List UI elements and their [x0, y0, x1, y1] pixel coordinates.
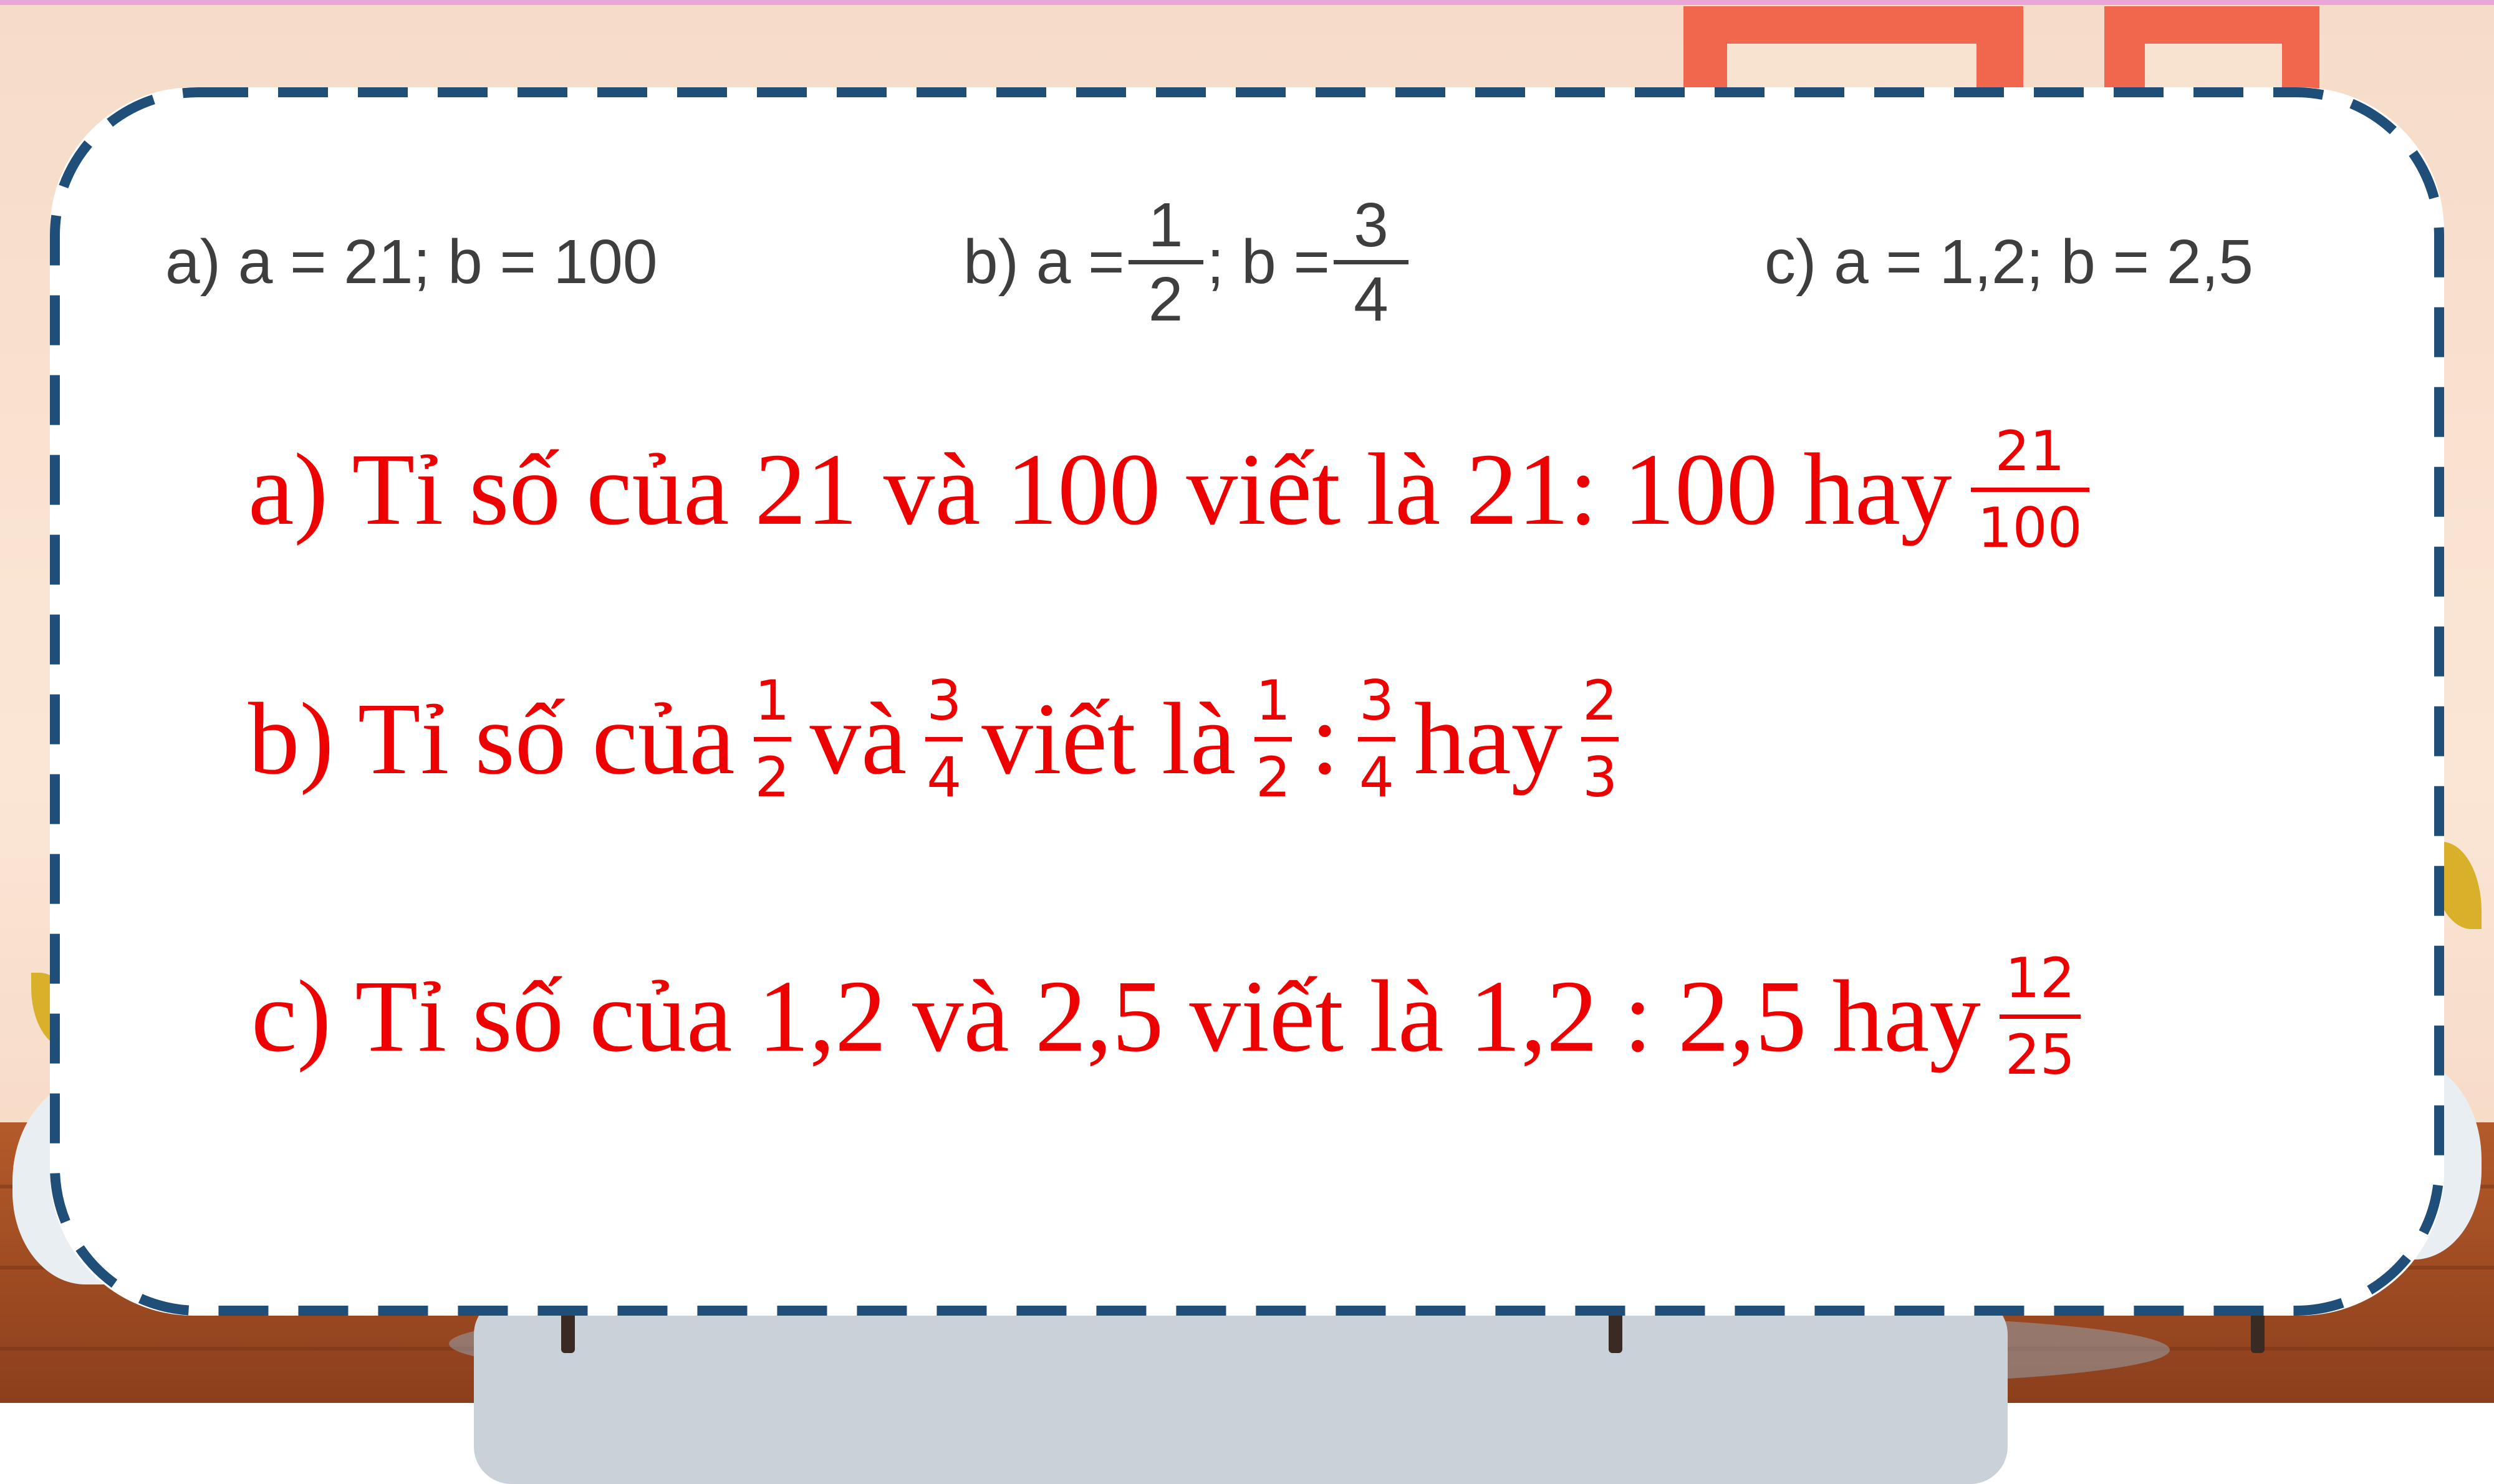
- fraction-bar: [1128, 259, 1203, 264]
- question-b: b) a = 1 2 ; b = 3 4: [963, 194, 1412, 330]
- fraction-numerator: 21: [1995, 418, 2065, 483]
- fraction-numerator: 2: [1582, 668, 1618, 733]
- top-accent-line: [0, 0, 2494, 5]
- fraction-bar: [1999, 1014, 2081, 1019]
- answer-b-hay: hay: [1413, 682, 1563, 796]
- question-c-text: c) a = 1,2; b = 2,5: [1765, 226, 2253, 297]
- fraction-numerator: 12: [2005, 945, 2075, 1010]
- answer-b-fraction-2: 3 4: [925, 673, 963, 805]
- question-a: a) a = 21; b = 100: [165, 212, 658, 312]
- answer-a-fraction: 21 100: [1970, 418, 2089, 560]
- answer-b-fraction-5: 2 3: [1581, 673, 1619, 805]
- answer-b-fraction-4: 3 4: [1357, 668, 1395, 809]
- answer-a: a) Tỉ số của 21 và 100 viết là 21: 100 h…: [237, 399, 2097, 580]
- floor-rug: [474, 1297, 2008, 1484]
- fraction-bar: [753, 736, 791, 741]
- fraction-denominator: 4: [927, 744, 962, 809]
- answer-b-fraction-3: 1 2: [1254, 668, 1293, 809]
- fraction-bar: [1581, 736, 1619, 741]
- fraction-denominator: 2: [1256, 744, 1291, 809]
- fraction-numerator: 3: [927, 668, 962, 733]
- answer-c-fraction: 12 25: [1999, 945, 2081, 1087]
- answer-c: c) Tỉ số của 1,2 và 2,5 viết là 1,2 : 2,…: [240, 923, 2088, 1110]
- fraction-denominator: 2: [754, 744, 790, 809]
- answer-b-written: viết là: [981, 682, 1236, 796]
- question-b-mid: ; b =: [1206, 226, 1330, 297]
- fraction-denominator: 4: [1359, 744, 1394, 809]
- fraction-numerator: 1: [754, 668, 790, 733]
- fraction-numerator: 3: [1354, 190, 1389, 260]
- answer-b-fraction-1: 1 2: [753, 668, 791, 809]
- fraction-denominator: 3: [1582, 744, 1618, 809]
- fraction-denominator: 25: [2005, 1022, 2075, 1087]
- fraction-bar: [1357, 736, 1395, 741]
- fraction-denominator: 4: [1354, 264, 1389, 334]
- fraction-denominator: 100: [1977, 495, 2082, 560]
- answer-b-colon: :: [1311, 682, 1339, 796]
- question-b-prefix: b) a =: [963, 226, 1125, 297]
- answer-c-text: c) Tỉ số của 1,2 và 2,5 viết là 1,2 : 2,…: [251, 959, 1981, 1073]
- fraction-numerator: 3: [1359, 668, 1394, 733]
- answer-b-lead: b) Tỉ số của: [248, 682, 735, 796]
- question-c: c) a = 1,2; b = 2,5: [1765, 212, 2253, 312]
- fraction-numerator: 1: [1148, 190, 1183, 260]
- question-a-text: a) a = 21; b = 100: [165, 226, 658, 297]
- fraction-denominator: 2: [1148, 264, 1183, 334]
- answer-b-and: và: [809, 682, 907, 796]
- answer-a-text: a) Tỉ số của 21 và 100 viết là 21: 100 h…: [248, 432, 1952, 546]
- answer-b: b) Tỉ số của 1 2 và 3 4 viết là 1 2 : 3 …: [237, 648, 1626, 829]
- fraction-bar: [925, 736, 963, 741]
- fraction-numerator: 1: [1256, 668, 1291, 733]
- fraction-bar: [1970, 487, 2089, 492]
- fraction-bar: [1254, 736, 1293, 741]
- fraction-bar: [1333, 259, 1408, 264]
- question-b-fraction-b: 3 4: [1333, 190, 1408, 334]
- question-b-fraction-a: 1 2: [1128, 190, 1203, 334]
